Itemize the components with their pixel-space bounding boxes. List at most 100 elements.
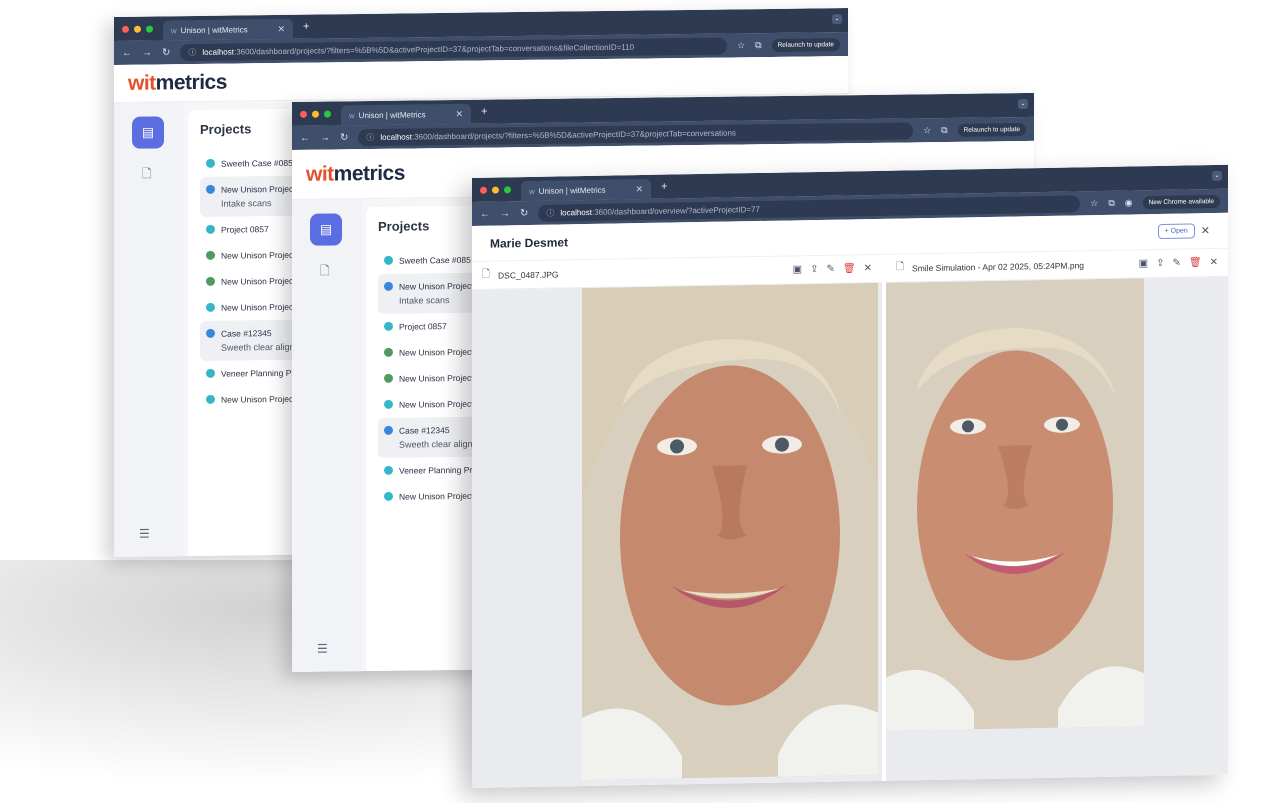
forward-arrow-icon[interactable]: → xyxy=(142,47,152,58)
project-status-dot xyxy=(384,321,393,331)
close-window-button[interactable] xyxy=(480,186,487,194)
project-text: New Unison Project xyxy=(399,347,474,358)
edit-icon[interactable]: ✎ xyxy=(1173,258,1181,269)
new-tab-button[interactable]: + xyxy=(303,21,309,33)
tab-search-icon[interactable]: ⌄ xyxy=(832,14,842,25)
minimize-window-button[interactable] xyxy=(134,25,141,33)
marketing-stage: W Unison | witMetrics ✕ + ⌄ ← → ↻ ⓘ local… xyxy=(0,0,1269,803)
profile-icon[interactable]: ◉ xyxy=(1125,197,1133,208)
close-tab-icon[interactable]: ✕ xyxy=(635,184,643,195)
maximize-window-button[interactable] xyxy=(324,110,331,118)
forward-arrow-icon[interactable]: → xyxy=(320,132,330,143)
reload-icon[interactable]: ↻ xyxy=(520,208,528,219)
witmetrics-logo[interactable]: witmetrics xyxy=(306,161,405,186)
patient-photo-simulation[interactable] xyxy=(886,278,1144,781)
document-icon: 🗋 xyxy=(896,261,905,273)
delete-icon[interactable]: 🗑 xyxy=(1189,257,1202,268)
project-name: Veneer Planning Pr xyxy=(221,367,295,379)
forward-arrow-icon[interactable]: → xyxy=(500,208,510,219)
bookmark-star-icon[interactable]: ☆ xyxy=(737,40,745,51)
extensions-icon[interactable]: ⧉ xyxy=(1108,197,1114,208)
file-icon[interactable]: 🗋 xyxy=(142,165,152,186)
project-status-dot xyxy=(384,425,393,435)
back-arrow-icon[interactable]: ← xyxy=(480,208,490,219)
close-viewer-icon[interactable]: ✕ xyxy=(1201,224,1210,237)
share-icon[interactable]: ⇪ xyxy=(1156,258,1164,269)
site-info-icon[interactable]: ⓘ xyxy=(188,46,196,57)
project-status-dot xyxy=(206,184,215,194)
browser-tab[interactable]: W Unison | witMetrics ✕ xyxy=(163,18,293,41)
patient-photo-before[interactable] xyxy=(582,282,878,786)
project-text: New Unison Project Intake scans xyxy=(221,184,296,209)
maximize-window-button[interactable] xyxy=(146,25,153,33)
comment-icon[interactable]: ▣ xyxy=(1139,258,1148,269)
browser-tab[interactable]: W Unison | witMetrics ✕ xyxy=(521,178,651,202)
minimize-window-button[interactable] xyxy=(492,186,499,194)
close-tab-icon[interactable]: ✕ xyxy=(277,23,285,34)
new-tab-button[interactable]: + xyxy=(481,106,487,118)
url-host: localhost xyxy=(560,207,592,217)
project-text: New Unison Project xyxy=(399,399,474,410)
window-controls xyxy=(122,17,153,41)
close-pane-icon[interactable]: ✕ xyxy=(864,263,872,274)
project-text: New Unison Project xyxy=(399,373,474,384)
expand-menu-icon[interactable]: ☰ xyxy=(139,527,150,541)
minimize-window-button[interactable] xyxy=(312,110,319,118)
face-photo-simulation-image xyxy=(886,278,1144,731)
tab-title: Unison | witMetrics xyxy=(538,185,606,196)
browser-tab[interactable]: W Unison | witMetrics ✕ xyxy=(341,103,471,126)
project-text: Sweeth Case #085 xyxy=(221,158,293,169)
project-status-dot xyxy=(206,250,215,260)
maximize-window-button[interactable] xyxy=(504,185,511,193)
new-tab-button[interactable]: + xyxy=(661,181,667,193)
close-window-button[interactable] xyxy=(300,110,307,118)
url-field[interactable]: ⓘ localhost:3600/dashboard/projects/?fil… xyxy=(358,121,914,146)
projects-nav-button[interactable]: ▤ xyxy=(132,116,164,149)
expand-menu-icon[interactable]: ☰ xyxy=(317,642,328,656)
project-text: Project 0857 xyxy=(399,321,447,332)
document-icon: 🗋 xyxy=(482,268,491,280)
url-host: localhost xyxy=(380,132,412,142)
logo-suffix: metrics xyxy=(333,161,405,185)
project-status-dot xyxy=(206,368,215,378)
relaunch-button[interactable]: Relaunch to update xyxy=(957,122,1026,137)
close-pane-icon[interactable]: ✕ xyxy=(1210,257,1218,268)
window-controls xyxy=(300,102,331,126)
back-arrow-icon[interactable]: ← xyxy=(300,132,310,143)
file-icon[interactable]: 🗋 xyxy=(320,262,330,283)
projects-nav-button[interactable]: ▤ xyxy=(310,213,342,246)
tab-search-icon[interactable]: ⌄ xyxy=(1212,170,1222,182)
tab-search-icon[interactable]: ⌄ xyxy=(1018,99,1028,110)
bookmark-star-icon[interactable]: ☆ xyxy=(923,125,931,136)
pane-header: 🗋 Smile Simulation - Apr 02 2025, 05:24P… xyxy=(886,248,1228,283)
project-text: Case #12345 Sweeth clear aligner xyxy=(399,425,481,450)
witmetrics-logo[interactable]: witmetrics xyxy=(128,70,227,95)
project-text: Sweeth Case #085 xyxy=(399,255,471,266)
new-chrome-button[interactable]: New Chrome available xyxy=(1142,194,1220,209)
bookmark-star-icon[interactable]: ☆ xyxy=(1090,198,1098,209)
edit-icon[interactable]: ✎ xyxy=(827,264,835,275)
delete-icon[interactable]: 🗑 xyxy=(843,263,856,274)
url-field[interactable]: ⓘ localhost:3600/dashboard/projects/?fil… xyxy=(180,37,728,61)
extensions-icon[interactable]: ⧉ xyxy=(941,124,947,135)
header-actions: + Open ✕ xyxy=(1157,223,1210,240)
close-window-button[interactable] xyxy=(122,25,129,33)
relaunch-button[interactable]: Relaunch to update xyxy=(771,37,840,52)
site-info-icon[interactable]: ⓘ xyxy=(366,131,374,142)
project-name: Case #12345 xyxy=(399,425,450,436)
project-name: New Unison Project xyxy=(399,346,474,358)
close-tab-icon[interactable]: ✕ xyxy=(455,108,463,119)
project-status-dot xyxy=(384,399,393,409)
site-info-icon[interactable]: ⓘ xyxy=(546,207,554,218)
comment-icon[interactable]: ▣ xyxy=(793,264,802,275)
reload-icon[interactable]: ↻ xyxy=(340,132,348,143)
project-status-dot xyxy=(384,281,393,291)
open-button[interactable]: + Open xyxy=(1157,223,1195,240)
reload-icon[interactable]: ↻ xyxy=(162,47,170,58)
share-icon[interactable]: ⇪ xyxy=(810,264,818,275)
tab-title: Unison | witMetrics xyxy=(180,24,248,35)
back-arrow-icon[interactable]: ← xyxy=(122,47,132,58)
tab-title: Unison | witMetrics xyxy=(358,109,426,120)
logo-prefix: wit xyxy=(306,161,334,186)
extensions-icon[interactable]: ⧉ xyxy=(755,40,761,51)
